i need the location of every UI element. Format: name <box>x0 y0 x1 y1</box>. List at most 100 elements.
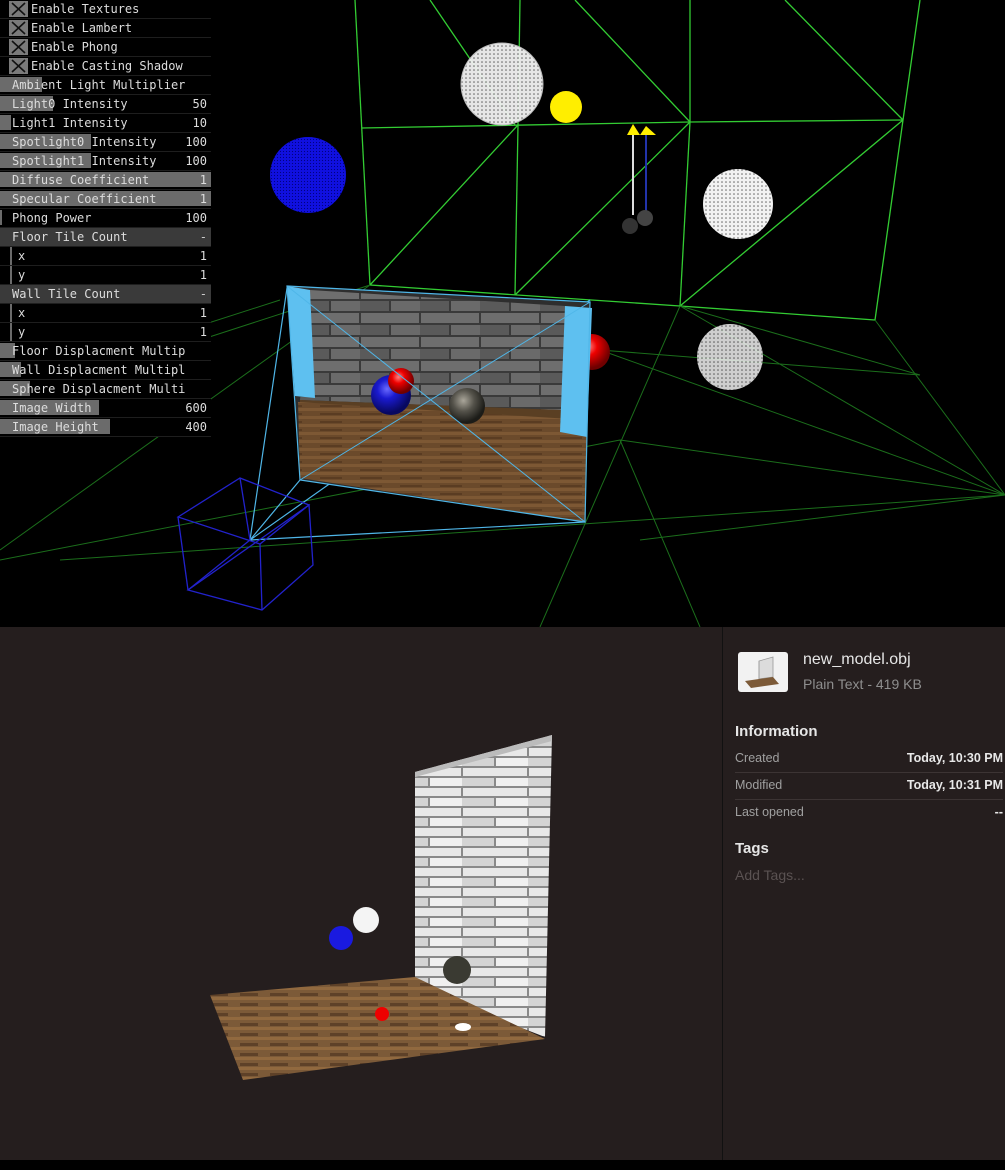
last-opened-value: -- <box>994 805 1003 819</box>
slider-label: Floor Displacment Multip <box>12 344 186 358</box>
file-name: new_model.obj <box>803 651 911 668</box>
stone-sphere <box>443 956 471 984</box>
checkbox-checked-icon <box>9 58 28 74</box>
ambient-light-slider[interactable]: Ambient Light Multiplier <box>0 76 211 95</box>
white-disc <box>455 1023 471 1031</box>
wall-tile-x-field[interactable]: x 1 <box>0 304 211 323</box>
model-preview-scene <box>210 735 552 1080</box>
created-value: Today, 10:30 PM <box>906 751 1003 765</box>
checkbox-checked-icon <box>9 39 28 55</box>
light0-intensity-slider[interactable]: Light0 Intensity 50 <box>0 95 211 114</box>
slider-value: 100 <box>185 211 207 225</box>
tags-heading: Tags <box>735 840 769 857</box>
slider-label: Diffuse Coefficient <box>12 173 150 187</box>
created-row: Created Today, 10:30 PM <box>735 746 1003 773</box>
wall-displacement-slider[interactable]: Wall Displacment Multipl <box>0 361 211 380</box>
slider-label: Specular Coefficient <box>12 192 157 206</box>
collapse-icon[interactable]: - <box>200 230 207 244</box>
checkbox-label: Enable Lambert <box>31 21 133 35</box>
slider-value: 100 <box>185 135 207 149</box>
checkbox-checked-icon <box>9 20 28 36</box>
3d-render-viewport[interactable]: Enable Textures Enable Lambert Enable Ph… <box>0 0 1005 627</box>
slider-value: 10 <box>192 116 207 130</box>
modified-label: Modified <box>735 778 783 792</box>
checkbox-checked-icon <box>9 1 28 17</box>
folder-label: Floor Tile Count <box>12 230 128 244</box>
white-sphere-right <box>703 169 773 239</box>
information-heading: Information <box>735 723 818 740</box>
field-label: x <box>18 249 26 263</box>
slider-fill <box>0 115 11 130</box>
enable-textures-checkbox[interactable]: Enable Textures <box>0 0 211 19</box>
white-sphere <box>353 907 379 933</box>
render-image-plane <box>286 285 592 523</box>
field-value[interactable]: 1 <box>200 306 207 320</box>
slider-value: 1 <box>199 192 207 206</box>
modified-value: Today, 10:31 PM <box>906 778 1003 792</box>
slider-label: Light1 Intensity <box>12 116 128 130</box>
slider-value: 400 <box>185 420 207 434</box>
checkbox-label: Enable Phong <box>31 40 118 54</box>
image-width-slider[interactable]: Image Width 600 <box>0 399 211 418</box>
field-value[interactable]: 1 <box>200 268 207 282</box>
field-value[interactable]: 1 <box>200 325 207 339</box>
floor-tile-count-folder[interactable]: Floor Tile Count - <box>0 228 211 247</box>
slider-fill <box>0 210 3 225</box>
enable-lambert-checkbox[interactable]: Enable Lambert <box>0 19 211 38</box>
checkbox-label: Enable Textures <box>31 2 140 16</box>
slider-value: 50 <box>192 97 207 111</box>
blue-light-sphere <box>270 137 346 213</box>
slider-value: 100 <box>185 154 207 168</box>
floor-tile-x-field[interactable]: x 1 <box>0 247 211 266</box>
slider-label: Spotlight0 Intensity <box>12 135 157 149</box>
collapse-icon[interactable]: - <box>200 287 207 301</box>
specular-coefficient-slider[interactable]: Specular Coefficient 1 <box>0 190 211 209</box>
file-info-panel: new_model.obj Plain Text - 419 KB Inform… <box>723 627 1005 1165</box>
checkbox-label: Enable Casting Shadow <box>31 59 183 73</box>
last-opened-row: Last opened -- <box>735 800 1003 826</box>
floor-tile-y-field[interactable]: y 1 <box>0 266 211 285</box>
field-value[interactable]: 1 <box>200 249 207 263</box>
yellow-light <box>550 91 582 123</box>
enable-phong-checkbox[interactable]: Enable Phong <box>0 38 211 57</box>
field-label: x <box>18 306 26 320</box>
modified-row: Modified Today, 10:31 PM <box>735 773 1003 800</box>
slider-value: 600 <box>185 401 207 415</box>
3d-model-file-icon <box>737 651 789 693</box>
slider-label: Spotlight1 Intensity <box>12 154 157 168</box>
slider-label: Image Width <box>12 401 92 415</box>
image-height-slider[interactable]: Image Height 400 <box>0 418 211 437</box>
slider-label: Wall Displacment Multipl <box>12 363 186 377</box>
slider-label: Ambient Light Multiplier <box>12 78 186 92</box>
field-label: y <box>18 325 26 339</box>
file-kind-size: Plain Text - 419 KB <box>803 676 922 692</box>
light1-intensity-slider[interactable]: Light1 Intensity 10 <box>0 114 211 133</box>
slider-label: Phong Power <box>12 211 92 225</box>
slider-label: Sphere Displacment Multi <box>12 382 186 396</box>
slider-value: 1 <box>199 173 207 187</box>
last-opened-label: Last opened <box>735 805 804 819</box>
spotlight1-intensity-slider[interactable]: Spotlight1 Intensity 100 <box>0 152 211 171</box>
spotlight-gizmo <box>622 124 656 234</box>
created-label: Created <box>735 751 780 765</box>
spotlight0-intensity-slider[interactable]: Spotlight0 Intensity 100 <box>0 133 211 152</box>
diffuse-coefficient-slider[interactable]: Diffuse Coefficient 1 <box>0 171 211 190</box>
wall-tile-y-field[interactable]: y 1 <box>0 323 211 342</box>
model-preview-3d[interactable] <box>0 627 722 1165</box>
settings-gui-panel: Enable Textures Enable Lambert Enable Ph… <box>0 0 211 437</box>
folder-label: Wall Tile Count <box>12 287 121 301</box>
floor-displacement-slider[interactable]: Floor Displacment Multip <box>0 342 211 361</box>
window-bottom-edge <box>0 1160 1005 1165</box>
blue-sphere <box>329 926 353 950</box>
sphere-displacement-slider[interactable]: Sphere Displacment Multi <box>0 380 211 399</box>
wall-tile-count-folder[interactable]: Wall Tile Count - <box>0 285 211 304</box>
add-tags-input[interactable]: Add Tags... <box>735 867 805 883</box>
quick-look-window: new_model.obj Plain Text - 419 KB Inform… <box>0 627 1005 1165</box>
phong-power-slider[interactable]: Phong Power 100 <box>0 209 211 228</box>
red-sphere <box>375 1007 389 1021</box>
field-label: y <box>18 268 26 282</box>
enable-casting-shadow-checkbox[interactable]: Enable Casting Shadow <box>0 57 211 76</box>
white-sphere-lower <box>697 324 763 390</box>
slider-label: Light0 Intensity <box>12 97 128 111</box>
slider-label: Image Height <box>12 420 99 434</box>
